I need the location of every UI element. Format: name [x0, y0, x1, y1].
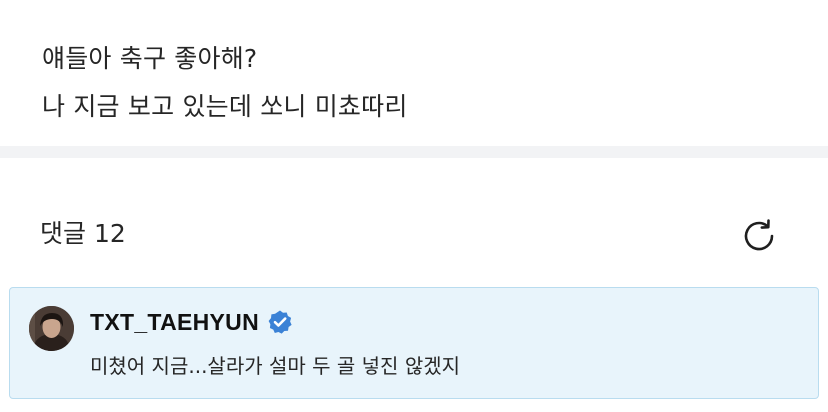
verified-badge-icon [267, 309, 293, 335]
comment-author-name[interactable]: TXT_TAEHYUN [90, 309, 259, 336]
refresh-icon [744, 219, 774, 251]
refresh-button[interactable] [737, 214, 781, 258]
comment-author-row: TXT_TAEHYUN [90, 306, 293, 338]
section-divider [0, 146, 828, 158]
avatar[interactable] [29, 306, 74, 351]
comments-header: 댓글 12 [0, 158, 828, 286]
comment-text: 미쳤어 지금...살라가 설마 두 골 넣진 않겠지 [90, 354, 461, 378]
post-text-line: 나 지금 보고 있는데 쏘니 미쵸따리 [42, 92, 408, 121]
post-body: 얘들아 축구 좋아해? 나 지금 보고 있는데 쏘니 미쵸따리 [0, 0, 828, 146]
post-text-line: 얘들아 축구 좋아해? [42, 44, 258, 73]
comments-count-label: 댓글 12 [40, 219, 126, 248]
comment-item: TXT_TAEHYUN 미쳤어 지금...살라가 설마 두 골 넣진 않겠지 [9, 287, 819, 399]
